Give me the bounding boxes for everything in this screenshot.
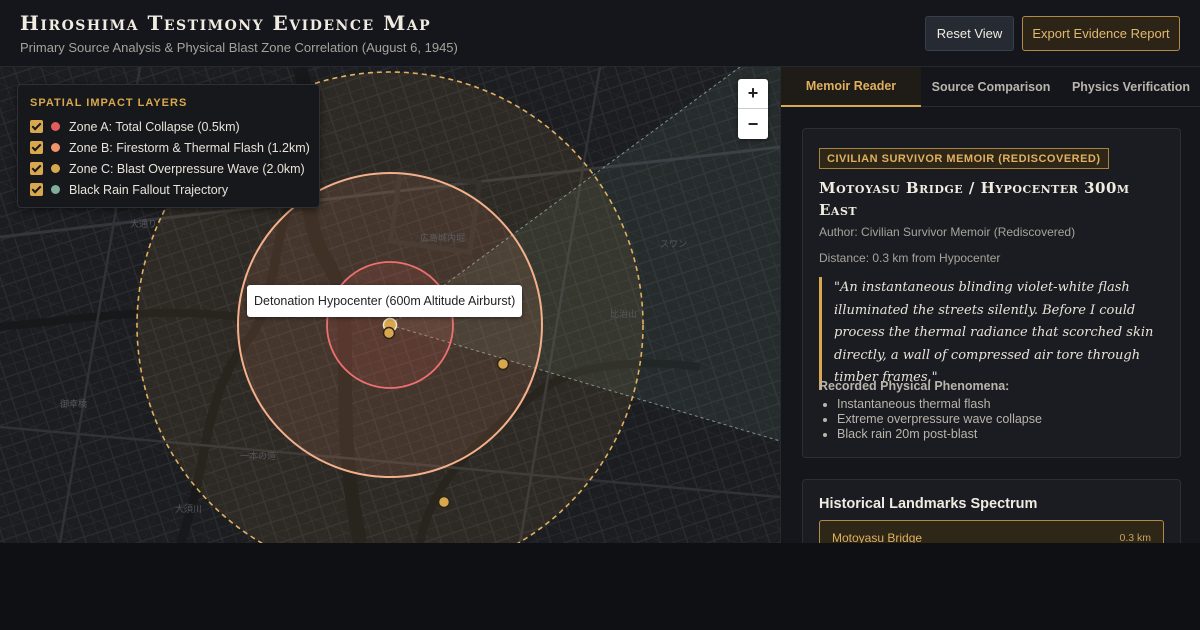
spatial-impact-layers-panel: SPATIAL IMPACT LAYERS Zone A: Total Coll… bbox=[17, 84, 320, 208]
map-view[interactable]: 広島城内堀 大須川 一本の道 比治山 御幸橋 大通り スワン SPATIAL I… bbox=[0, 67, 780, 543]
tab-memoir-reader[interactable]: Memoir Reader bbox=[781, 67, 921, 107]
map-label: 大通り bbox=[130, 218, 157, 230]
layer-label: Black Rain Fallout Trajectory bbox=[69, 182, 229, 197]
testimony-marker[interactable] bbox=[382, 326, 396, 340]
checkbox-icon[interactable] bbox=[30, 183, 43, 196]
landmarks-title: Historical Landmarks Spectrum bbox=[819, 496, 1038, 512]
reset-view-button[interactable]: Reset View bbox=[925, 16, 1014, 51]
memoir-location-title: Motoyasu Bridge / Hypocenter 300m East bbox=[819, 179, 1130, 219]
zone-b-color-dot bbox=[51, 143, 60, 152]
memoir-author: Author: Civilian Survivor Memoir (Redisc… bbox=[819, 225, 1076, 239]
phenomena-title: Recorded Physical Phenomena: bbox=[819, 379, 1010, 393]
landmark-item[interactable]: Motoyasu Bridge 0.3 km bbox=[819, 520, 1164, 543]
map-label: 御幸橋 bbox=[60, 398, 87, 410]
side-panel: Memoir Reader Source Comparison Physics … bbox=[780, 67, 1200, 543]
memoir-card: CIVILIAN SURVIVOR MEMOIR (REDISCOVERED) … bbox=[802, 128, 1181, 458]
map-label: 比治山 bbox=[610, 308, 637, 320]
page-subtitle: Primary Source Analysis & Physical Blast… bbox=[20, 40, 458, 55]
app-header: Hiroshima Testimony Evidence Map Primary… bbox=[0, 0, 1200, 67]
zone-c-color-dot bbox=[51, 164, 60, 173]
panel-tabs: Memoir Reader Source Comparison Physics … bbox=[781, 67, 1200, 107]
checkbox-icon[interactable] bbox=[30, 162, 43, 175]
testimony-marker[interactable] bbox=[437, 495, 451, 509]
landmark-name: Motoyasu Bridge bbox=[832, 531, 923, 543]
zoom-control: + − bbox=[738, 79, 768, 139]
landmarks-card: Historical Landmarks Spectrum Motoyasu B… bbox=[802, 479, 1181, 543]
black-rain-color-dot bbox=[51, 185, 60, 194]
memoir-quote: "An instantaneous blinding violet-white … bbox=[819, 277, 1164, 390]
page-title: Hiroshima Testimony Evidence Map bbox=[20, 11, 432, 35]
hypocenter-tooltip: Detonation Hypocenter (600m Altitude Air… bbox=[247, 285, 523, 317]
testimony-marker[interactable] bbox=[496, 357, 510, 371]
layer-label: Zone A: Total Collapse (0.5km) bbox=[69, 119, 240, 134]
tab-physics-verification[interactable]: Physics Verification bbox=[1061, 67, 1200, 107]
memoir-distance: Distance: 0.3 km from Hypocenter bbox=[819, 251, 1001, 265]
list-item: Black rain 20m post-blast bbox=[837, 427, 1042, 442]
landmark-distance: 0.3 km bbox=[1119, 532, 1151, 543]
layers-panel-title: SPATIAL IMPACT LAYERS bbox=[30, 97, 188, 109]
layer-toggle-zone-a[interactable]: Zone A: Total Collapse (0.5km) bbox=[30, 116, 307, 137]
layer-label: Zone B: Firestorm & Thermal Flash (1.2km… bbox=[69, 140, 310, 155]
zoom-in-button[interactable]: + bbox=[738, 79, 768, 109]
layer-toggle-zone-b[interactable]: Zone B: Firestorm & Thermal Flash (1.2km… bbox=[30, 137, 310, 158]
layer-toggle-black-rain[interactable]: Black Rain Fallout Trajectory bbox=[30, 179, 307, 200]
checkbox-icon[interactable] bbox=[30, 120, 43, 133]
list-item: Instantaneous thermal flash bbox=[837, 397, 1042, 412]
layer-toggle-zone-c[interactable]: Zone C: Blast Overpressure Wave (2.0km) bbox=[30, 158, 307, 179]
map-label: 広島城内堀 bbox=[420, 232, 465, 244]
export-evidence-report-button[interactable]: Export Evidence Report bbox=[1022, 16, 1180, 51]
page-footer-area bbox=[0, 543, 1200, 630]
source-type-badge: CIVILIAN SURVIVOR MEMOIR (REDISCOVERED) bbox=[819, 148, 1109, 169]
phenomena-list: Instantaneous thermal flash Extreme over… bbox=[837, 397, 1042, 442]
map-label: 大須川 bbox=[175, 503, 202, 515]
map-label: スワン bbox=[660, 240, 687, 250]
map-label: 一本の道 bbox=[240, 450, 276, 462]
zoom-out-button[interactable]: − bbox=[738, 109, 768, 139]
tab-source-comparison[interactable]: Source Comparison bbox=[921, 67, 1061, 107]
zone-a-color-dot bbox=[51, 122, 60, 131]
checkbox-icon[interactable] bbox=[30, 141, 43, 154]
list-item: Extreme overpressure wave collapse bbox=[837, 412, 1042, 427]
layer-label: Zone C: Blast Overpressure Wave (2.0km) bbox=[69, 161, 305, 176]
